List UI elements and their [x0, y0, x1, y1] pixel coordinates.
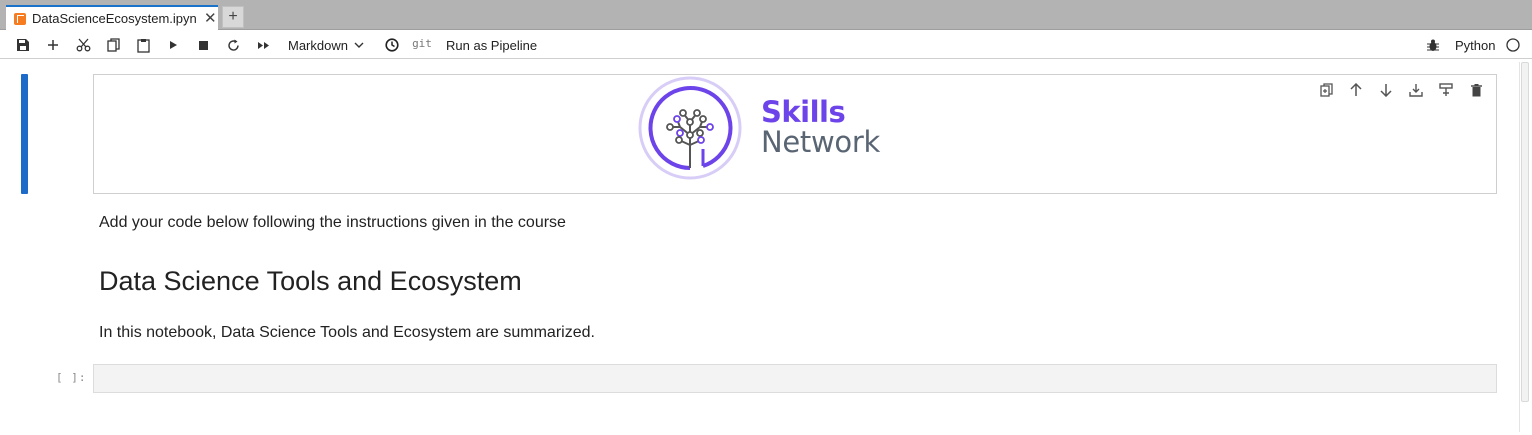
skills-network-logo: Skills Network	[637, 75, 897, 193]
fast-forward-icon[interactable]	[254, 35, 272, 55]
markdown-intro-text: Add your code below following the instru…	[99, 214, 566, 231]
logo-word-skills: Skills	[761, 95, 846, 129]
kernel-name[interactable]: Python	[1455, 35, 1499, 55]
git-label: git	[412, 36, 432, 50]
delete-icon[interactable]	[1466, 81, 1486, 99]
tab-bar: DataScienceEcosystem.ipyn ✕ +	[0, 0, 1532, 30]
insert-above-icon[interactable]	[1406, 81, 1426, 99]
run-as-pipeline-label: Run as Pipeline	[446, 37, 538, 53]
git-button[interactable]: git	[412, 33, 432, 53]
kernel-idle-circle-icon	[1504, 35, 1522, 55]
copy-icon[interactable]	[104, 35, 122, 55]
stop-icon[interactable]	[194, 35, 212, 55]
chevron-down-icon	[354, 42, 364, 48]
duplicate-icon[interactable]	[1316, 81, 1336, 99]
plus-icon[interactable]	[44, 35, 62, 55]
new-tab-button[interactable]: +	[222, 6, 244, 28]
logo-word-network: Network	[761, 125, 880, 159]
close-icon[interactable]: ✕	[204, 11, 217, 26]
skills-network-emblem-icon	[638, 76, 742, 180]
paste-icon[interactable]	[134, 35, 152, 55]
tab-label: DataScienceEcosystem.ipyn	[32, 11, 197, 26]
scrollbar-thumb[interactable]	[1521, 62, 1529, 402]
play-icon[interactable]	[164, 35, 182, 55]
clock-icon[interactable]	[383, 35, 401, 55]
markdown-heading: Data Science Tools and Ecosystem	[99, 266, 522, 296]
markdown-summary-text: In this notebook, Data Science Tools and…	[99, 324, 595, 341]
restart-icon[interactable]	[224, 35, 242, 55]
run-as-pipeline-button[interactable]: Run as Pipeline	[446, 35, 546, 55]
notebook-icon	[14, 12, 26, 25]
save-icon[interactable]	[14, 35, 32, 55]
active-cell-indicator	[21, 74, 28, 194]
code-cell-prompt: [ ]:	[56, 371, 87, 384]
image-markdown-cell[interactable]: Skills Network	[93, 74, 1497, 194]
insert-below-icon[interactable]	[1436, 81, 1456, 99]
move-down-icon[interactable]	[1376, 81, 1396, 99]
move-up-icon[interactable]	[1346, 81, 1366, 99]
scissors-icon[interactable]	[74, 35, 92, 55]
cell-type-dropdown[interactable]: Markdown	[288, 35, 370, 55]
cell-type-label: Markdown	[288, 37, 348, 53]
cell-toolbar	[1316, 81, 1486, 99]
bug-icon[interactable]	[1424, 35, 1442, 55]
code-cell-input[interactable]	[93, 364, 1497, 393]
tab-notebook[interactable]: DataScienceEcosystem.ipyn ✕	[6, 5, 218, 30]
notebook-toolbar: Markdown git Run as Pipeline Python	[0, 31, 1532, 59]
notebook-scrollbar[interactable]	[1519, 62, 1529, 432]
